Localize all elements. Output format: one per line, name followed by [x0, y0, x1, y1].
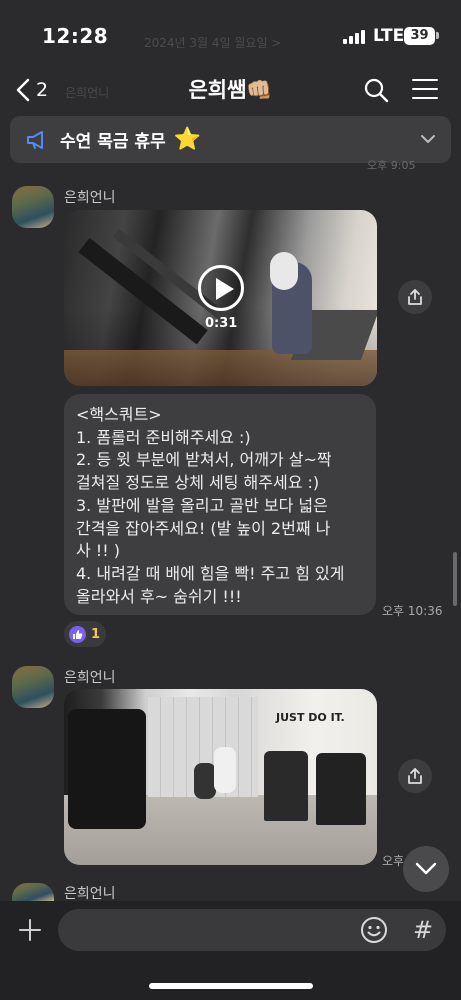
video-duration: 0:31 [205, 316, 238, 331]
sender-name: 은희언니 [64, 886, 116, 902]
message-line: 2. 등 윗 부분에 받쳐서, 어깨가 살~짝 [76, 450, 332, 470]
share-button[interactable] [398, 280, 432, 314]
hamburger-icon [412, 79, 438, 81]
photo-chair [264, 751, 308, 821]
emoji-icon [361, 917, 387, 943]
message-line: 1. 폼롤러 준비해주세요 :) [76, 427, 251, 447]
message-line: 걸쳐질 정도로 상체 세팅 해주세요 :) [76, 473, 320, 493]
chevron-down-icon[interactable] [419, 130, 437, 148]
avatar[interactable] [12, 186, 54, 228]
photo-child [214, 747, 236, 793]
signal-icon [343, 30, 365, 44]
sender-name: 은희언니 [64, 670, 116, 686]
message-timestamp: 오후 [382, 854, 405, 868]
message-input-container[interactable]: # [58, 909, 446, 951]
photo-weight-rack [68, 709, 146, 829]
message-bubble[interactable]: <핵스쿼트> 1. 폼롤러 준비해주세요 :) 2. 등 윗 부분에 받쳐서, … [64, 394, 376, 615]
photo-chair [316, 753, 366, 825]
network-label: LTE [373, 26, 405, 46]
share-button[interactable] [398, 759, 432, 793]
photo-thumbnail[interactable]: JUST DO IT. [64, 689, 377, 865]
plus-icon [19, 919, 41, 941]
battery-icon: 39 [404, 27, 435, 45]
message-line: 4. 내려갈 때 배에 힘을 빡! 주고 힘 있게 [76, 563, 345, 583]
battery-cap [436, 32, 439, 39]
notice-text: 수연 목금 휴무 [60, 132, 166, 152]
star-emoji: ⭐ [173, 126, 202, 152]
message-timestamp: 오후 10:36 [382, 604, 443, 618]
ghost-date-divider: 2024년 3월 4일 월요일 > [144, 36, 282, 50]
video-person-top [270, 252, 298, 290]
message-line: 올라와서 후~ 숨쉬기 !!! [76, 586, 242, 606]
scroll-to-bottom-button[interactable] [403, 846, 449, 892]
message-input[interactable] [74, 909, 354, 951]
message-line: <핵스쿼트> [76, 405, 162, 424]
message-line: 사 !! ) [76, 541, 120, 561]
avatar[interactable] [12, 883, 54, 901]
avatar[interactable] [12, 666, 54, 708]
emoji-button[interactable] [360, 916, 388, 944]
chat-title: 은희쌤👊🏼 [188, 78, 273, 102]
thumbs-up-icon [69, 625, 86, 643]
status-time: 12:28 [42, 24, 109, 48]
share-icon [408, 768, 422, 784]
photo-adult [194, 763, 216, 799]
share-icon [408, 289, 422, 305]
video-thumbnail[interactable]: 0:31 [64, 210, 377, 386]
message-line: 간격을 잡아주세요! (발 높이 2번째 나 [76, 518, 331, 538]
message-line: 3. 발판에 발을 올리고 골반 보다 넓은 [76, 495, 328, 515]
home-indicator [149, 983, 313, 989]
search-button[interactable] [362, 76, 390, 104]
hashtag-search-button[interactable]: # [408, 914, 438, 946]
play-button[interactable] [198, 265, 244, 311]
search-icon [364, 78, 389, 103]
scrollbar-thumb[interactable] [453, 552, 457, 606]
reaction-badge[interactable]: 1 [64, 621, 106, 647]
sender-name: 은희언니 [64, 190, 116, 206]
menu-button[interactable] [412, 79, 440, 101]
chevron-down-icon [415, 862, 437, 875]
megaphone-icon [27, 130, 43, 149]
ghost-timestamp: 오후 9:05 [367, 159, 416, 172]
photo-wall-sign: JUST DO IT. [276, 711, 345, 724]
reaction-count: 1 [91, 626, 101, 642]
notice-banner[interactable]: 수연 목금 휴무 ⭐ [10, 116, 451, 163]
attach-button[interactable] [14, 914, 46, 946]
play-icon [216, 278, 234, 300]
